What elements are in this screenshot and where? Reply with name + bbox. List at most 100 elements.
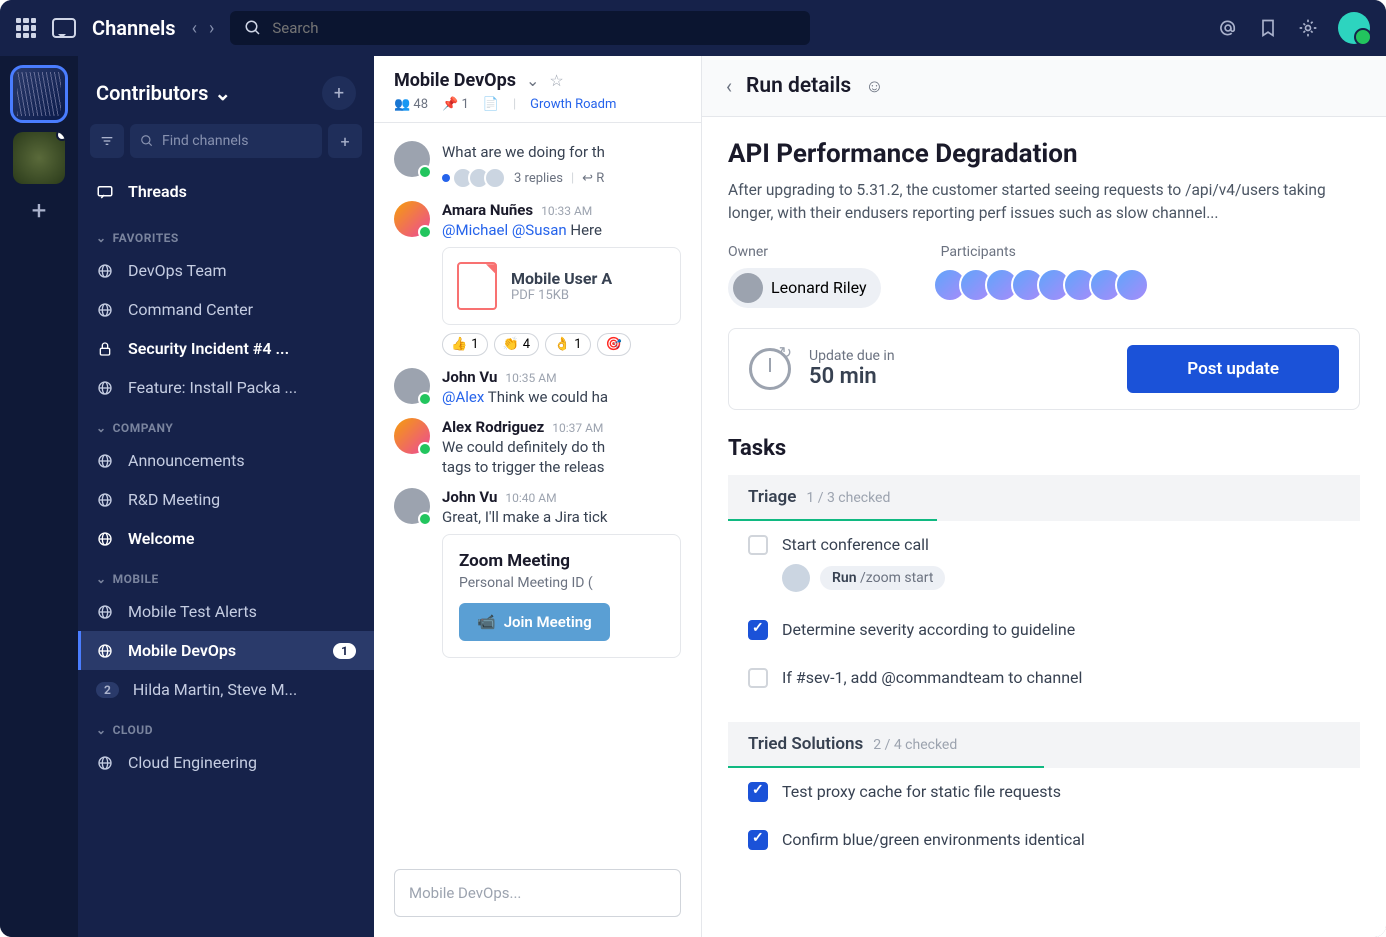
doc-icon[interactable]: 📄: [483, 97, 499, 112]
join-meeting-button[interactable]: 📹Join Meeting: [459, 603, 610, 641]
reaction[interactable]: 👏4: [494, 333, 540, 356]
header-link[interactable]: Growth Roadm: [530, 97, 616, 112]
section-favorites[interactable]: ⌄FAVORITES: [78, 217, 374, 251]
sidebar-item-command-center[interactable]: Command Center: [78, 290, 374, 329]
globe-icon: [96, 452, 114, 470]
mention[interactable]: @Michael: [442, 221, 508, 239]
replies-count[interactable]: 3 replies: [514, 171, 563, 186]
globe-icon: [96, 262, 114, 280]
sidebar-item-rd-meeting[interactable]: R&D Meeting: [78, 480, 374, 519]
star-icon[interactable]: ☆: [549, 71, 563, 90]
globe-icon: [96, 642, 114, 660]
participants-list[interactable]: [941, 268, 1149, 302]
task-item[interactable]: Test proxy cache for static file request…: [728, 768, 1360, 816]
task-section-tried-solutions[interactable]: Tried Solutions 2 / 4 checked: [728, 722, 1360, 768]
topbar: Channels ‹ ›: [0, 0, 1386, 56]
chevron-down-icon: ⌄: [96, 231, 107, 245]
section-cloud[interactable]: ⌄CLOUD: [78, 709, 374, 743]
members-count[interactable]: 👥 48: [394, 97, 428, 112]
attachment-card[interactable]: Mobile User APDF 15KB: [442, 247, 681, 325]
avatar: [394, 488, 430, 524]
sidebar-item-cloud-engineering[interactable]: Cloud Engineering: [78, 743, 374, 782]
participants-label: Participants: [941, 244, 1149, 260]
threads-link[interactable]: Threads: [78, 172, 374, 211]
find-channels-input[interactable]: Find channels: [130, 124, 322, 158]
reply-icon[interactable]: ↩ R: [582, 171, 604, 186]
search-input-wrap[interactable]: [230, 11, 810, 45]
compose-input[interactable]: Mobile DevOps...: [394, 869, 681, 917]
reaction[interactable]: 👌1: [545, 333, 591, 356]
sidebar-item-announcements[interactable]: Announcements: [78, 441, 374, 480]
chevron-down-icon: ⌄: [96, 723, 107, 737]
checkbox[interactable]: [748, 668, 768, 688]
unread-badge: 1: [333, 643, 356, 659]
avatar: [394, 201, 430, 237]
reaction[interactable]: 👍1: [442, 333, 488, 356]
pins-count[interactable]: 📌 1: [442, 97, 469, 112]
sidebar-item-welcome[interactable]: Welcome: [78, 519, 374, 558]
checkbox[interactable]: [748, 620, 768, 640]
add-channel-button[interactable]: +: [328, 124, 362, 158]
globe-icon: [96, 754, 114, 772]
chevron-down-icon: ⌄: [96, 572, 107, 586]
sidebar-item-dm-hilda-steve[interactable]: 2Hilda Martin, Steve M...: [78, 670, 374, 709]
avatar: [394, 368, 430, 404]
bookmark-icon[interactable]: [1258, 18, 1278, 38]
message[interactable]: John Vu10:35 AM @Alex Think we could ha: [374, 362, 701, 412]
video-icon: 📹: [477, 613, 496, 631]
zoom-subtitle: Personal Meeting ID (: [459, 575, 664, 591]
sidebar-item-devops-team[interactable]: DevOps Team: [78, 251, 374, 290]
task-item[interactable]: If #sev-1, add @commandteam to channel: [728, 654, 1360, 702]
message[interactable]: What are we doing for th 3 replies | ↩ R: [374, 135, 701, 195]
settings-icon[interactable]: [1298, 18, 1318, 38]
task-section-triage[interactable]: Triage 1 / 3 checked: [728, 475, 1360, 521]
message[interactable]: John Vu10:40 AM Great, I'll make a Jira …: [374, 482, 701, 664]
message[interactable]: Amara Nuñes10:33 AM @Michael @Susan Here…: [374, 195, 701, 362]
run-chip[interactable]: Run /zoom start: [820, 566, 945, 590]
section-mobile[interactable]: ⌄MOBILE: [78, 558, 374, 592]
checkbox[interactable]: [748, 830, 768, 850]
nav-back-icon[interactable]: ‹: [192, 18, 197, 39]
channels-title: Channels: [92, 16, 176, 40]
team-name[interactable]: Contributors ⌄: [96, 81, 231, 105]
chat-icon: [52, 18, 76, 38]
sidebar-item-security-incident[interactable]: Security Incident #4 ...: [78, 329, 374, 368]
user-avatar[interactable]: [1338, 12, 1370, 44]
task-item[interactable]: Determine severity according to guidelin…: [728, 606, 1360, 654]
owner-chip[interactable]: Leonard Riley: [728, 268, 881, 308]
mention[interactable]: @Susan: [512, 221, 567, 239]
new-button[interactable]: +: [322, 76, 356, 110]
mention[interactable]: @Alex: [442, 388, 484, 406]
sidebar-item-feature-install[interactable]: Feature: Install Packa ...: [78, 368, 374, 407]
sidebar-item-mobile-test-alerts[interactable]: Mobile Test Alerts: [78, 592, 374, 631]
task-item[interactable]: Start conference call Run /zoom start: [728, 521, 1360, 606]
search-input[interactable]: [272, 19, 796, 37]
section-company[interactable]: ⌄COMPANY: [78, 407, 374, 441]
add-team-button[interactable]: +: [32, 196, 47, 226]
sidebar-item-mobile-devops[interactable]: Mobile DevOps1: [78, 631, 374, 670]
back-button[interactable]: ‹: [726, 74, 732, 98]
clock-icon: [749, 348, 791, 390]
mentions-icon[interactable]: [1218, 18, 1238, 38]
nav-forward-icon[interactable]: ›: [209, 18, 214, 39]
reply-avatars: [458, 167, 506, 189]
task-item[interactable]: Confirm blue/green environments identica…: [728, 816, 1360, 864]
channel-title[interactable]: Mobile DevOps: [394, 70, 516, 91]
apps-grid-icon[interactable]: [16, 18, 36, 38]
emoji-icon[interactable]: ☺: [865, 76, 883, 97]
avatar: [394, 418, 430, 454]
checkbox[interactable]: [748, 782, 768, 802]
update-card: Update due in 50 min Post update: [728, 328, 1360, 410]
message[interactable]: Alex Rodriguez10:37 AM We could definite…: [374, 412, 701, 482]
team-switcher-2[interactable]: [13, 132, 65, 184]
filter-button[interactable]: [90, 124, 124, 158]
checkbox[interactable]: [748, 535, 768, 555]
chevron-down-icon[interactable]: ⌄: [526, 71, 539, 90]
team-switcher-1[interactable]: [13, 68, 65, 120]
post-update-button[interactable]: Post update: [1127, 345, 1339, 393]
sidebar: Contributors ⌄ + Find channels + Threads…: [78, 56, 374, 937]
reaction[interactable]: 🎯: [597, 333, 631, 356]
chevron-down-icon: ⌄: [96, 421, 107, 435]
team-rail: +: [0, 56, 78, 937]
globe-icon: [96, 301, 114, 319]
